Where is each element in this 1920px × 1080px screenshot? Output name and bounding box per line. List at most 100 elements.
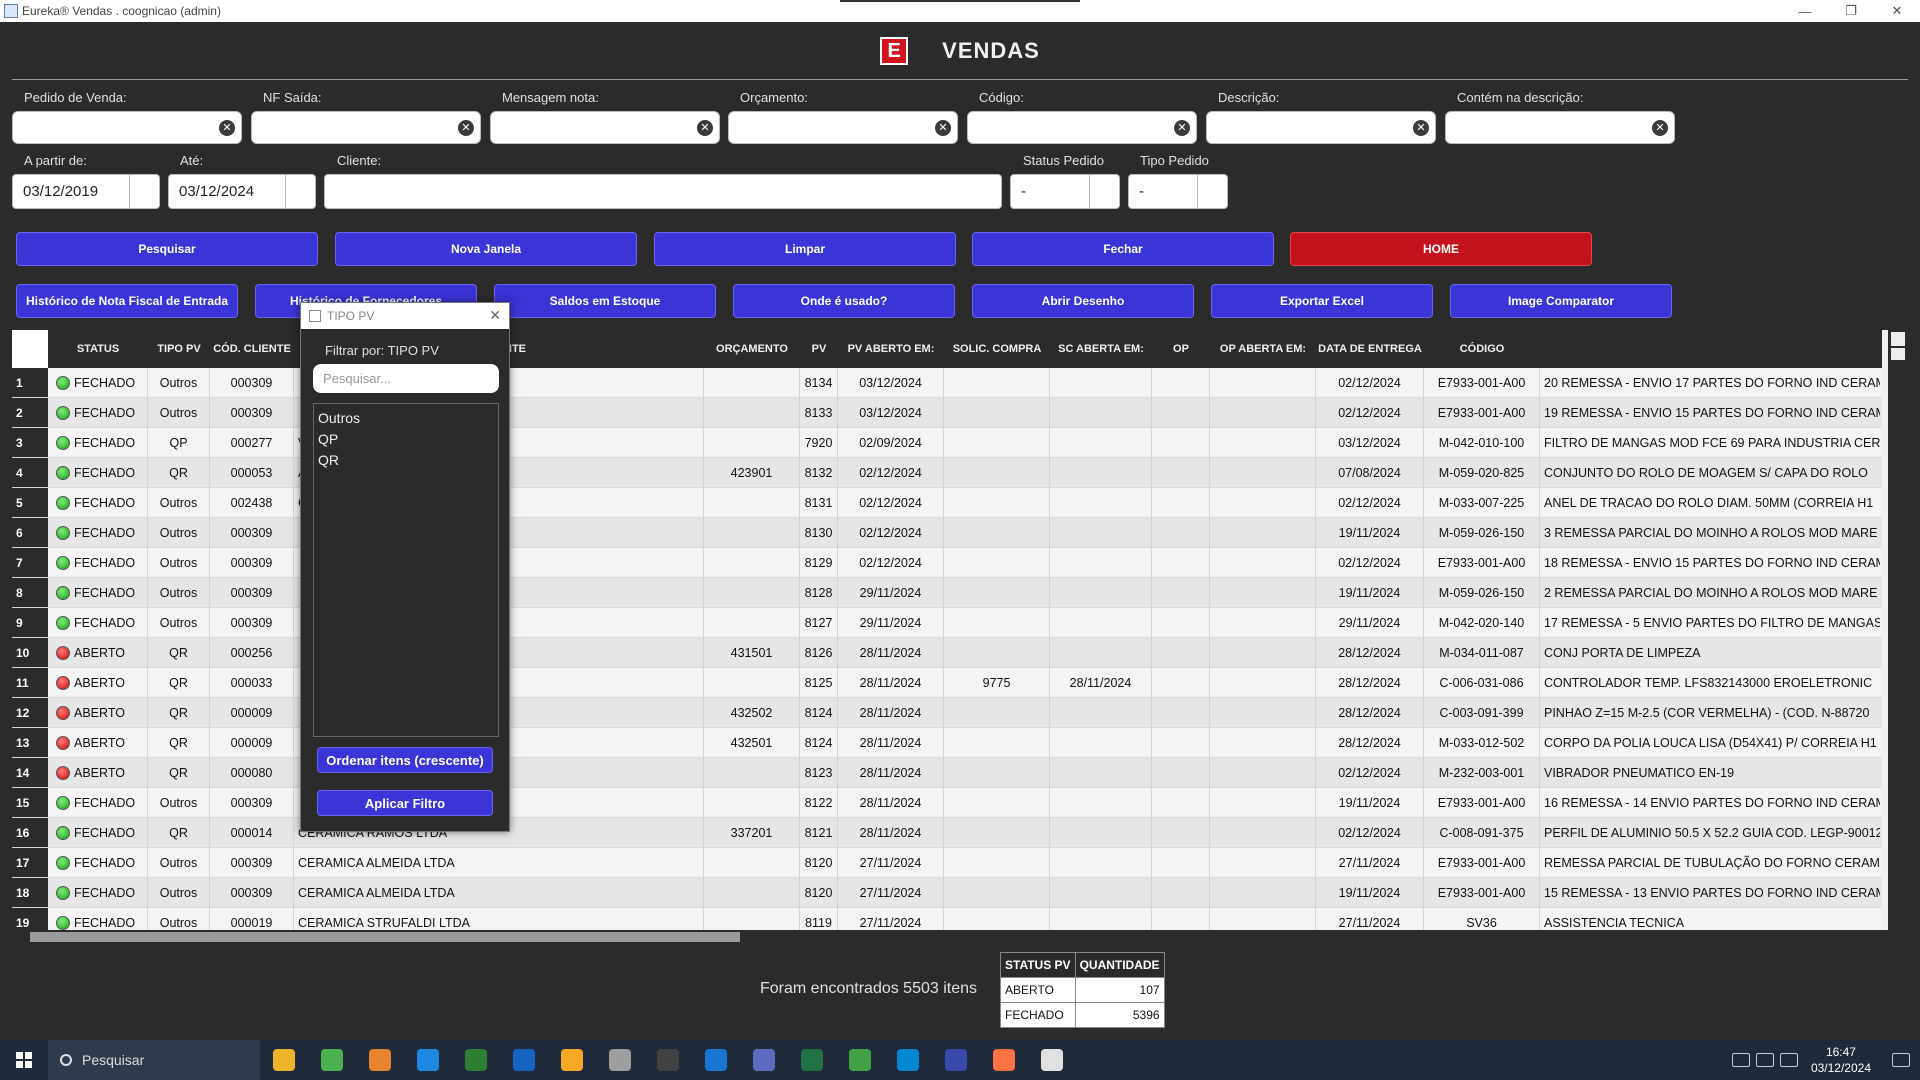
scroll-up-icon[interactable]: [1891, 332, 1905, 346]
date-spinner[interactable]: [285, 175, 315, 208]
col-codigo[interactable]: CÓDIGO: [1424, 330, 1540, 368]
nf-saida-input[interactable]: [252, 112, 480, 143]
row-number[interactable]: 9: [12, 608, 48, 637]
sort-items-button[interactable]: Ordenar itens (crescente): [317, 747, 493, 773]
dialog-close-icon[interactable]: ✕: [489, 307, 501, 324]
taskbar-search[interactable]: Pesquisar: [48, 1040, 260, 1080]
col-data-entrega[interactable]: DATA DE ENTREGA: [1316, 330, 1424, 368]
col-sc-aberta[interactable]: SC ABERTA EM:: [1050, 330, 1152, 368]
row-number[interactable]: 14: [12, 758, 48, 787]
taskbar-app-icon[interactable]: [596, 1040, 644, 1080]
col-pv-aberto[interactable]: PV ABERTO EM:: [838, 330, 944, 368]
descricao-input[interactable]: [1207, 112, 1435, 143]
clear-icon[interactable]: ✕: [1174, 120, 1190, 136]
pedido-venda-input[interactable]: [13, 112, 241, 143]
mensagem-nota-input[interactable]: [491, 112, 719, 143]
apply-filter-button[interactable]: Aplicar Filtro: [317, 790, 493, 816]
exportar-excel-button[interactable]: Exportar Excel: [1211, 284, 1433, 318]
table-row[interactable]: 13 ABERTO QR 000009 432501 8124 28/11/2024 28/1…: [12, 728, 1882, 758]
row-number[interactable]: 3: [12, 428, 48, 457]
col-op[interactable]: OP: [1152, 330, 1210, 368]
row-number[interactable]: 5: [12, 488, 48, 517]
notifications-icon[interactable]: [1892, 1053, 1910, 1067]
row-number[interactable]: 8: [12, 578, 48, 607]
filter-option[interactable]: QR: [318, 450, 494, 471]
dialog-search-input[interactable]: Pesquisar...: [313, 364, 499, 393]
table-row[interactable]: 2 FECHADO Outros 000309 8133 03/12/2024 02/12/…: [12, 398, 1882, 428]
descricao-field[interactable]: ✕: [1206, 111, 1436, 144]
abrir-desenho-button[interactable]: Abrir Desenho: [972, 284, 1194, 318]
codigo-input[interactable]: [968, 112, 1196, 143]
col-solic-compra[interactable]: SOLIC. COMPRA: [944, 330, 1050, 368]
scroll-thumb[interactable]: [1891, 348, 1905, 360]
row-number[interactable]: 16: [12, 818, 48, 847]
contem-descricao-field[interactable]: ✕: [1445, 111, 1675, 144]
filter-option[interactable]: QP: [318, 429, 494, 450]
taskbar-app-icon[interactable]: [500, 1040, 548, 1080]
mensagem-nota-field[interactable]: ✕: [490, 111, 720, 144]
col-cod-cliente[interactable]: CÓD. CLIENTE: [210, 330, 294, 368]
taskbar-app-icon[interactable]: [980, 1040, 1028, 1080]
row-number[interactable]: 11: [12, 668, 48, 697]
clear-icon[interactable]: ✕: [458, 120, 474, 136]
taskbar-app-icon[interactable]: [356, 1040, 404, 1080]
nf-saida-field[interactable]: ✕: [251, 111, 481, 144]
col-status[interactable]: STATUS: [48, 330, 148, 368]
table-row[interactable]: 8 FECHADO Outros 000309 8128 29/11/2024 19/11/…: [12, 578, 1882, 608]
table-corner[interactable]: [12, 330, 48, 368]
row-number[interactable]: 7: [12, 548, 48, 577]
table-row[interactable]: 10 ABERTO QR 000256 431501 8126 28/11/2024 28/1…: [12, 638, 1882, 668]
table-row[interactable]: 6 FECHADO Outros 000309 8130 02/12/2024 19/11/…: [12, 518, 1882, 548]
table-row[interactable]: 18 FECHADO Outros 000309 CERAMICA ALMEIDA LT…: [12, 878, 1882, 908]
taskbar-app-icon[interactable]: [1028, 1040, 1076, 1080]
orcamento-input[interactable]: [729, 112, 957, 143]
col-tipo-pv[interactable]: TIPO PV: [148, 330, 210, 368]
row-number[interactable]: 15: [12, 788, 48, 817]
tray-volume-icon[interactable]: [1755, 1053, 1774, 1067]
taskbar-app-icon[interactable]: [740, 1040, 788, 1080]
row-number[interactable]: 1: [12, 368, 48, 397]
table-row[interactable]: 15 FECHADO Outros 000309 8122 28/11/2024 19/11…: [12, 788, 1882, 818]
restore-button[interactable]: ❐: [1828, 0, 1874, 22]
cliente-field[interactable]: [324, 174, 1002, 209]
table-row[interactable]: 17 FECHADO Outros 000309 CERAMICA ALMEIDA LT…: [12, 848, 1882, 878]
clear-icon[interactable]: ✕: [1652, 120, 1668, 136]
row-number[interactable]: 18: [12, 878, 48, 907]
taskbar-app-icon[interactable]: [548, 1040, 596, 1080]
start-button[interactable]: [0, 1040, 48, 1080]
vertical-scrollbar[interactable]: [1888, 330, 1908, 944]
row-number[interactable]: 6: [12, 518, 48, 547]
row-number[interactable]: 4: [12, 458, 48, 487]
table-row[interactable]: 16 FECHADO QR 000014 CERAMICA RAMOS LTDA 3372…: [12, 818, 1882, 848]
minimize-button[interactable]: —: [1782, 0, 1828, 22]
clear-icon[interactable]: ✕: [935, 120, 951, 136]
codigo-field[interactable]: ✕: [967, 111, 1197, 144]
horizontal-scroll-thumb[interactable]: [30, 932, 740, 942]
col-pv[interactable]: PV: [800, 330, 838, 368]
col-descricao[interactable]: [1540, 330, 1880, 368]
limpar-button[interactable]: Limpar: [654, 232, 956, 266]
dropdown-arrow-icon[interactable]: [1197, 175, 1227, 208]
image-comparator-button[interactable]: Image Comparator: [1450, 284, 1672, 318]
status-pedido-select[interactable]: -: [1010, 174, 1120, 209]
row-number[interactable]: 10: [12, 638, 48, 667]
table-row[interactable]: 5FECHADOOutros002438CO DE METAIS813102/1…: [12, 488, 1882, 518]
nova-janela-button[interactable]: Nova Janela: [335, 232, 637, 266]
taskbar-app-icon[interactable]: [836, 1040, 884, 1080]
table-row[interactable]: 1 FECHADO Outros 000309 8134 03/12/2024 02/12/…: [12, 368, 1882, 398]
table-row[interactable]: 11 ABERTO QR 000033 8125 28/11/2024 9775 28/11/…: [12, 668, 1882, 698]
clear-icon[interactable]: ✕: [1413, 120, 1429, 136]
dropdown-arrow-icon[interactable]: [1089, 175, 1119, 208]
home-button[interactable]: HOME: [1290, 232, 1592, 266]
tray-network-icon[interactable]: [1731, 1053, 1750, 1067]
col-op-aberta[interactable]: OP ABERTA EM:: [1210, 330, 1316, 368]
contem-descricao-input[interactable]: [1446, 112, 1674, 143]
taskbar-app-icon[interactable]: [452, 1040, 500, 1080]
tray-battery-icon[interactable]: [1779, 1053, 1798, 1067]
row-number[interactable]: 13: [12, 728, 48, 757]
date-spinner[interactable]: [129, 175, 159, 208]
table-row[interactable]: 7 FECHADO Outros 000309 8129 02/12/2024 02/12/…: [12, 548, 1882, 578]
taskbar-app-icon[interactable]: [692, 1040, 740, 1080]
taskbar-app-icon[interactable]: [308, 1040, 356, 1080]
fechar-button[interactable]: Fechar: [972, 232, 1274, 266]
